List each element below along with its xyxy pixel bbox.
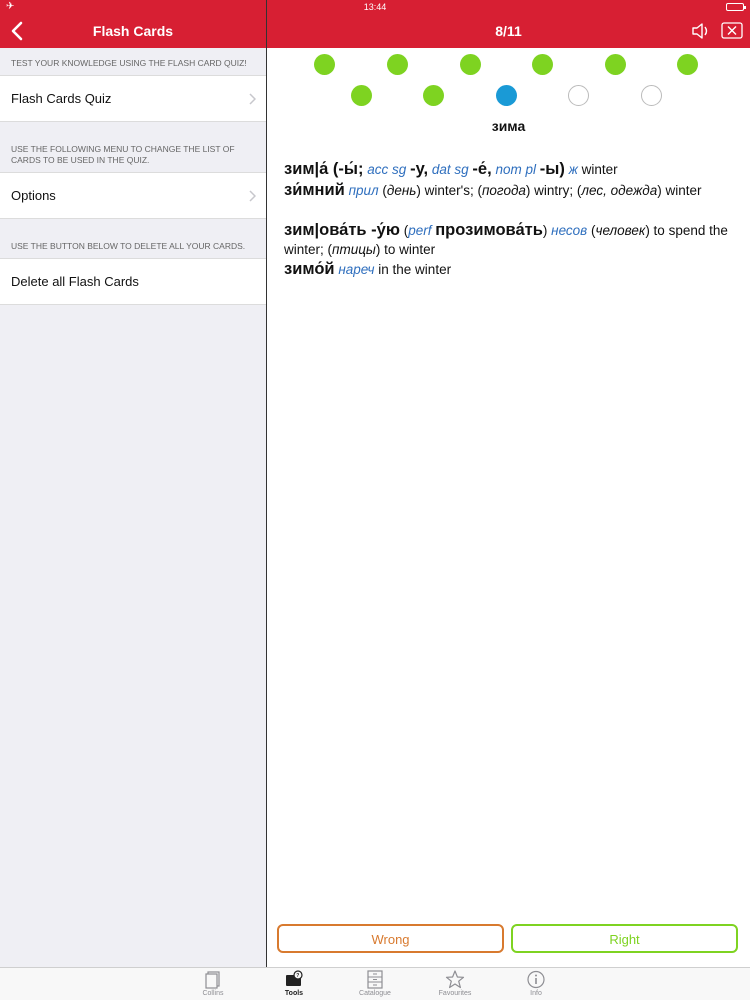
wrong-button[interactable]: Wrong <box>277 924 504 953</box>
translation-text: ) winter <box>657 183 702 198</box>
quiz-section-note: TEST YOUR KNOWLEDGE USING THE FLASH CARD… <box>11 58 247 68</box>
progress-dot-unanswered <box>641 85 662 106</box>
progress-dot-current <box>496 85 517 106</box>
entry-zimoy: зимо́й нареч in the winter <box>284 260 734 279</box>
grammar-label: acc sg <box>367 162 407 177</box>
chevron-right-icon <box>249 93 256 105</box>
progress-dot-correct <box>351 85 372 106</box>
tab-label: Catalogue <box>359 990 391 997</box>
grammar-label: несов <box>551 223 588 238</box>
grammar-label: perf <box>408 223 432 238</box>
translation-text: ) winter's; ( <box>416 183 482 198</box>
grammar-label: нареч <box>338 262 375 277</box>
entry-zima: зим|а́ (-ы́; acc sg -у, dat sg -е́, nom … <box>284 160 734 179</box>
delete-all-flash-cards-row[interactable]: Delete all Flash Cards <box>0 258 266 305</box>
context-label: птицы <box>332 242 376 257</box>
tab-label: Favourites <box>438 990 472 997</box>
tab-collins[interactable]: Collins <box>173 968 253 1000</box>
split-divider <box>266 0 267 968</box>
inflection: -у, <box>410 160 429 178</box>
progress-dots-row-1 <box>267 54 750 76</box>
status-bar: ✈ 13:44 <box>0 0 750 14</box>
translation: in the winter <box>378 262 452 277</box>
entry-zimniy: зи́мний прил (день) winter's; (погода) w… <box>284 181 734 200</box>
delete-all-flash-cards-label: Delete all Flash Cards <box>11 274 139 289</box>
status-time: 13:44 <box>363 2 387 12</box>
entry-headword: зим|ова́ть -у́ю <box>284 221 400 239</box>
battery-icon <box>726 3 746 11</box>
entry-headword: зим|а́ (-ы́; <box>284 160 364 178</box>
translation-text: ) <box>542 223 548 238</box>
options-row[interactable]: Options <box>0 172 266 219</box>
flash-cards-quiz-row[interactable]: Flash Cards Quiz <box>0 75 266 122</box>
left-title: Flash Cards <box>92 23 174 39</box>
progress-dot-correct <box>460 54 481 75</box>
grammar-label: dat sg <box>431 162 469 177</box>
progress-dot-correct <box>387 54 408 75</box>
tab-favourites[interactable]: Favourites <box>415 968 495 1000</box>
options-label: Options <box>11 188 56 203</box>
right-navigation-bar: 8/11 <box>267 14 750 48</box>
tools-icon: ? <box>286 970 303 986</box>
progress-dot-unanswered <box>568 85 589 106</box>
options-section-note: USE THE FOLLOWING MENU TO CHANGE THE LIS… <box>11 144 235 165</box>
star-icon <box>445 970 465 989</box>
card-headword: зима <box>491 118 526 134</box>
translation: winter <box>581 162 618 177</box>
grammar-label: ж <box>568 162 578 177</box>
entry-zimovat: зим|ова́ть -у́ю (perf прозимова́ть) несо… <box>284 221 734 259</box>
progress-dot-correct <box>532 54 553 75</box>
tab-info[interactable]: Info <box>496 968 576 1000</box>
chevron-right-icon <box>249 190 256 202</box>
delete-section-note: USE THE BUTTON BELOW TO DELETE ALL YOUR … <box>11 241 246 251</box>
tab-label: Tools <box>284 990 304 997</box>
card-counter: 8/11 <box>495 23 522 39</box>
progress-dot-correct <box>677 54 698 75</box>
grammar-label: nom pl <box>495 162 536 177</box>
grammar-label: прил <box>348 183 379 198</box>
collins-icon <box>205 971 220 989</box>
progress-dot-correct <box>423 85 444 106</box>
flash-cards-quiz-label: Flash Cards Quiz <box>11 91 112 106</box>
left-navigation-bar: Flash Cards <box>0 14 266 48</box>
close-card-icon[interactable] <box>721 22 743 39</box>
progress-dot-correct <box>314 54 335 75</box>
entry-headword: зи́мний <box>284 181 345 199</box>
right-button[interactable]: Right <box>511 924 738 953</box>
context-label: лес, одежда <box>581 183 658 198</box>
flash-cards-menu: TEST YOUR KNOWLEDGE USING THE FLASH CARD… <box>0 48 266 968</box>
tab-label: Info <box>530 990 542 997</box>
tab-label: Collins <box>202 990 224 997</box>
context-label: день <box>386 183 417 198</box>
progress-dot-correct <box>605 54 626 75</box>
speaker-icon[interactable] <box>690 21 712 41</box>
tab-tools[interactable]: ? Tools <box>254 968 334 1000</box>
progress-dots-row-2 <box>267 85 750 107</box>
context-label: погода <box>482 183 526 198</box>
translation-text: ) to winter <box>375 242 436 257</box>
svg-text:?: ? <box>296 973 299 979</box>
inflection: -е́, <box>472 160 492 178</box>
info-icon <box>527 970 545 989</box>
context-label: человек <box>595 223 646 238</box>
app-window: ✈ 13:44 Flash Cards 8/11 TEST YOUR KNOWL… <box>0 0 750 1000</box>
entry-headword: зимо́й <box>284 260 335 278</box>
inflection: -ы) <box>539 160 565 178</box>
tab-catalogue[interactable]: Catalogue <box>335 968 415 1000</box>
catalogue-icon <box>367 970 383 989</box>
tab-bar: Collins ? Tools Catalogue Favourites Inf… <box>0 967 750 1000</box>
related-headword: прозимова́ть <box>435 221 543 239</box>
translation-text: ) wintry; ( <box>525 183 582 198</box>
